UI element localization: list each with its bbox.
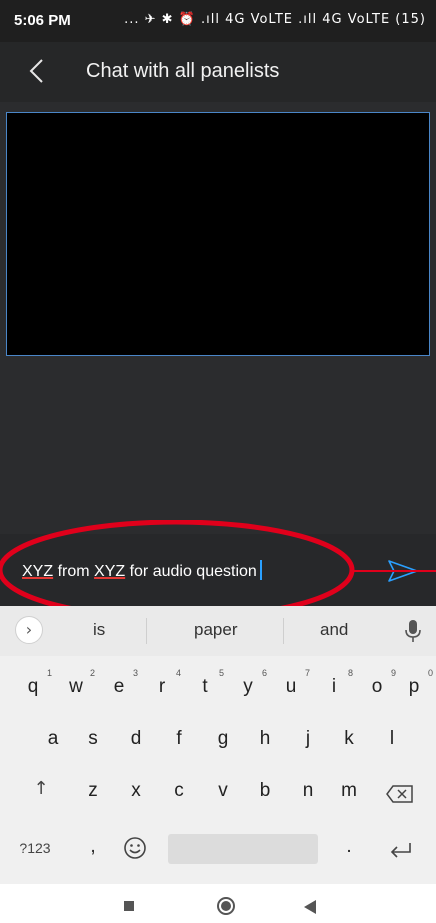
- key[interactable]: n: [293, 780, 323, 802]
- misspelled-word: XYZ: [94, 563, 126, 580]
- key[interactable]: e3: [104, 668, 138, 698]
- key[interactable]: y6: [233, 668, 267, 698]
- suggestion-is[interactable]: is: [93, 620, 105, 640]
- misspelled-word: XYZ: [22, 563, 54, 580]
- expand-suggestions-icon[interactable]: ›: [15, 616, 43, 644]
- key[interactable]: f: [164, 728, 194, 750]
- key[interactable]: v: [208, 780, 238, 802]
- key[interactable]: j: [293, 728, 323, 750]
- comma-key[interactable]: ,: [78, 836, 108, 858]
- phone-screen: 5:06 PM ... ✈ ✱ ⏰ .ıll 4G VoLTE .ıll 4G …: [0, 0, 436, 923]
- video-panel: [6, 112, 430, 356]
- message-compose-bar: XYZ from XYZ for audio question: [0, 534, 436, 606]
- space-bar[interactable]: [168, 834, 318, 864]
- key[interactable]: s: [78, 728, 108, 750]
- home-icon[interactable]: [216, 896, 236, 916]
- page-title: Chat with all panelists: [86, 60, 280, 82]
- key[interactable]: r4: [147, 668, 181, 698]
- key[interactable]: b: [250, 780, 280, 802]
- message-text-segment: from: [53, 563, 95, 580]
- suggestion-paper[interactable]: paper: [194, 620, 237, 640]
- period-key[interactable]: .: [334, 836, 364, 858]
- key[interactable]: g: [208, 728, 238, 750]
- chat-area: [0, 102, 436, 606]
- message-input[interactable]: XYZ from XYZ for audio question: [22, 560, 262, 581]
- key[interactable]: x: [121, 780, 151, 802]
- key[interactable]: z: [78, 780, 108, 802]
- backspace-icon[interactable]: [385, 784, 415, 804]
- key[interactable]: d: [121, 728, 151, 750]
- key[interactable]: t5: [190, 668, 224, 698]
- suggestion-divider: [146, 618, 147, 644]
- back-arrow-icon[interactable]: [24, 54, 54, 88]
- enter-icon[interactable]: [388, 840, 414, 860]
- key[interactable]: a: [38, 728, 68, 750]
- send-icon[interactable]: [386, 559, 420, 583]
- key[interactable]: p0: [399, 668, 433, 698]
- message-text-segment: for audio question: [125, 563, 257, 580]
- key[interactable]: o9: [362, 668, 396, 698]
- key[interactable]: w2: [61, 668, 95, 698]
- shift-key[interactable]: ↑: [26, 778, 56, 799]
- key[interactable]: k: [334, 728, 364, 750]
- status-time: 5:06 PM: [14, 12, 71, 29]
- recents-icon[interactable]: [124, 901, 134, 911]
- key[interactable]: i8: [319, 668, 353, 698]
- keyboard: › is paper and q1 w2 e3 r4 t5 y6 u7 i8 o…: [0, 606, 436, 884]
- status-icons: ... ✈ ✱ ⏰ .ıll 4G VoLTE .ıll 4G VoLTE (1…: [124, 12, 426, 27]
- microphone-icon[interactable]: [403, 618, 423, 644]
- key[interactable]: q1: [18, 668, 52, 698]
- symbols-key[interactable]: ?123: [10, 840, 60, 856]
- key[interactable]: u7: [276, 668, 310, 698]
- key[interactable]: m: [334, 780, 364, 802]
- back-triangle-icon[interactable]: [303, 899, 317, 915]
- text-cursor: [259, 560, 262, 580]
- emoji-icon[interactable]: [123, 836, 147, 860]
- app-bar: Chat with all panelists: [0, 42, 436, 102]
- suggestion-strip: › is paper and: [0, 606, 436, 656]
- suggestion-and[interactable]: and: [320, 620, 348, 640]
- key[interactable]: l: [377, 728, 407, 750]
- key[interactable]: c: [164, 780, 194, 802]
- suggestion-divider: [283, 618, 284, 644]
- key[interactable]: h: [250, 728, 280, 750]
- status-bar: 5:06 PM ... ✈ ✱ ⏰ .ıll 4G VoLTE .ıll 4G …: [0, 0, 436, 42]
